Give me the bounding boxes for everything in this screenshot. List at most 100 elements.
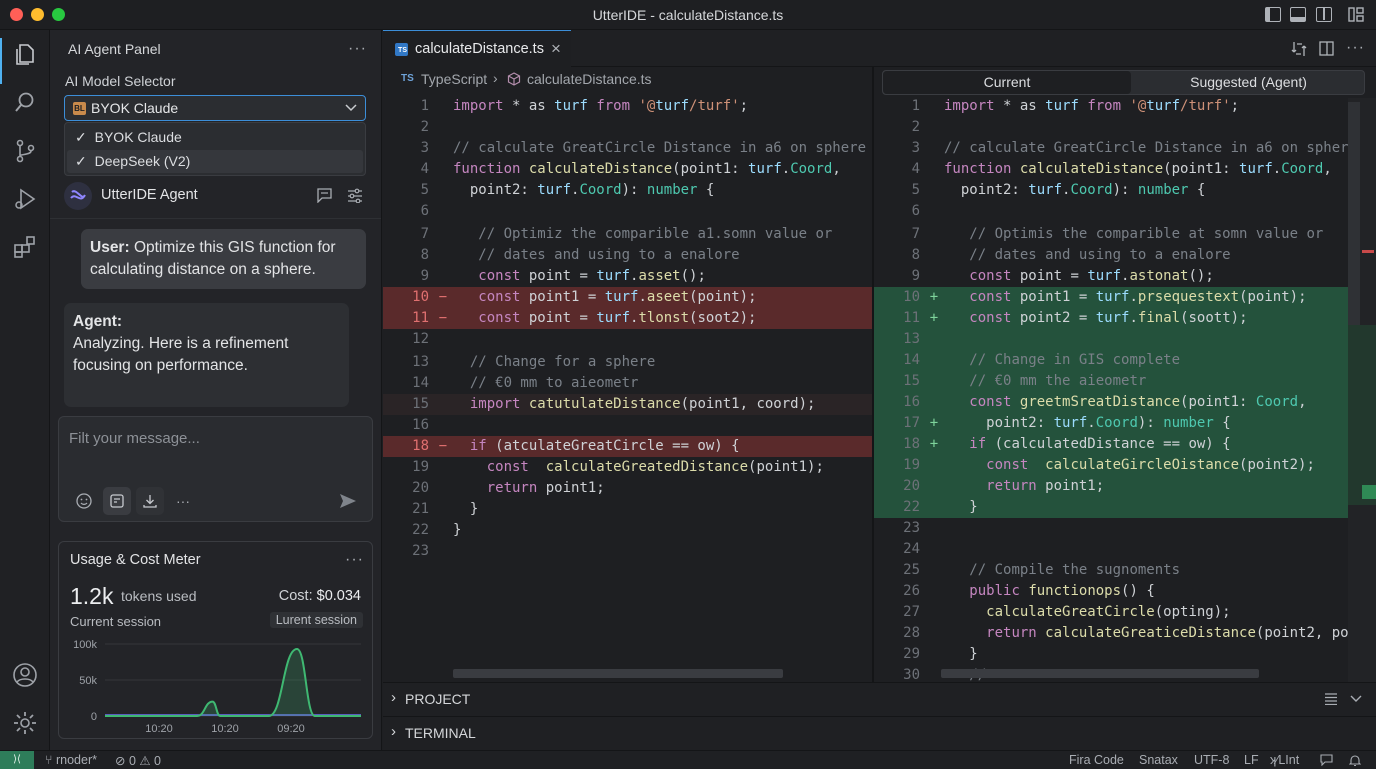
code-line[interactable]: 8 // dates and using to a enalore xyxy=(383,245,872,266)
send-icon[interactable] xyxy=(334,487,362,515)
status-font[interactable]: Fira Code xyxy=(1069,753,1124,767)
code-line[interactable]: 2 xyxy=(874,117,1348,138)
code-line[interactable]: 26 public functionops() { xyxy=(874,581,1348,602)
notifications-bell-icon[interactable] xyxy=(1349,754,1361,767)
list-icon[interactable] xyxy=(1324,693,1338,705)
code-line[interactable]: 11− const point = turf.tlonst(soot2); xyxy=(383,308,872,329)
code-line[interactable]: 15 import catutulateDistance(point1, coo… xyxy=(383,394,872,415)
code-line[interactable]: 5 point2: turf.Coord): number { xyxy=(383,180,872,201)
code-line[interactable]: 10− const point1 = turf.aseet(point); xyxy=(383,287,872,308)
settings-gear-icon[interactable] xyxy=(12,710,38,736)
code-line[interactable]: 16 xyxy=(383,415,872,436)
code-line[interactable]: 9 const point = turf.asset(); xyxy=(383,266,872,287)
code-line[interactable]: 19 const calculateGreatedDistance(point1… xyxy=(383,457,872,478)
files-icon[interactable] xyxy=(12,41,38,67)
code-line[interactable]: 3 // calculate GreatCircle Distance in a6… xyxy=(383,138,872,159)
editor-more-button[interactable]: ··· xyxy=(1346,39,1365,57)
code-line[interactable]: 11 + const point2 = turf.final(soott); xyxy=(874,308,1348,329)
model-option[interactable]: ✓ BYOK Claude xyxy=(67,126,363,149)
code-line[interactable]: 5 point2: turf.Coord): number { xyxy=(874,180,1348,201)
code-line[interactable]: 21 } xyxy=(383,499,872,520)
code-line[interactable]: 6 xyxy=(383,201,872,222)
source-control-icon[interactable] xyxy=(12,138,38,164)
current-code-pane[interactable]: 1 import * as turf from '@turf/turf'; 2 3//… xyxy=(383,96,872,682)
code-line[interactable]: 28 return calculateGreaticeDistance(poin… xyxy=(874,623,1348,644)
git-branch[interactable]: ⑂ rnoder* xyxy=(45,753,97,767)
code-line[interactable]: 25 // Compile the sugnoments xyxy=(874,560,1348,581)
code-line[interactable]: 4 function calculateDistance(point1: turf… xyxy=(874,159,1348,180)
code-line[interactable]: 10 + const point1 = turf.prsequestext(poi… xyxy=(874,287,1348,308)
code-line[interactable]: 17 + point2: turf.Coord): number { xyxy=(874,413,1348,434)
chat-icon[interactable] xyxy=(317,188,332,203)
usage-more-button[interactable]: ··· xyxy=(345,551,364,569)
code-line[interactable]: 22 } xyxy=(874,497,1348,518)
run-debug-icon[interactable] xyxy=(12,186,38,212)
feedback-icon[interactable] xyxy=(1320,754,1333,766)
section-project[interactable]: › PROJECT xyxy=(383,683,1376,717)
remote-indicator[interactable]: ⟩⟨ xyxy=(0,751,34,769)
code-line[interactable]: 3 // calculate GreatCircle Distance in a6… xyxy=(874,138,1348,159)
code-line[interactable]: 1 import * as turf from '@turf/turf'; xyxy=(874,96,1348,117)
panel-more-button[interactable]: ··· xyxy=(348,40,367,58)
problems-count[interactable]: ⊘ 0 ⚠ 0 xyxy=(115,753,161,768)
code-line[interactable]: 16 const greetmSreatDistance(point1: Coo… xyxy=(874,392,1348,413)
customize-layout-icon[interactable] xyxy=(1348,7,1364,22)
breadcrumb-file[interactable]: calculateDistance.ts xyxy=(527,71,652,87)
model-option[interactable]: ✓ DeepSeek (V2) xyxy=(67,150,363,173)
code-line[interactable]: 7 // Optimiz the comparible a1.somn valu… xyxy=(383,224,872,245)
code-line[interactable]: 1 import * as turf from '@turf/turf'; xyxy=(383,96,872,117)
extensions-icon[interactable] xyxy=(12,234,38,260)
code-line[interactable]: 18− if (atculateGreatCircle == ow) { xyxy=(383,436,872,457)
close-tab-icon[interactable]: × xyxy=(551,39,561,59)
code-line[interactable]: 8 // dates and using to a enalore xyxy=(874,245,1348,266)
code-line[interactable]: 18 + if (calculatedDistance == ow) { xyxy=(874,434,1348,455)
code-line[interactable]: 23 xyxy=(874,518,1348,539)
horizontal-scrollbar[interactable] xyxy=(941,669,1259,678)
code-line[interactable]: 2 xyxy=(383,117,872,138)
chevron-down-icon[interactable] xyxy=(1350,695,1362,703)
toggle-sidebar-icon[interactable] xyxy=(1265,7,1281,22)
code-line[interactable]: 4 function calculateDistance(point1: turf… xyxy=(383,159,872,180)
code-line[interactable]: 20 return point1; xyxy=(874,476,1348,497)
code-line[interactable]: 29 } xyxy=(874,644,1348,665)
code-line[interactable]: 7 // Optimis the comparible at somn valu… xyxy=(874,224,1348,245)
tab-calculate-distance[interactable]: TS calculateDistance.ts × xyxy=(383,30,571,67)
emoji-icon[interactable] xyxy=(70,487,98,515)
segment-current[interactable]: Current xyxy=(883,71,1131,94)
section-terminal[interactable]: › TERMINAL xyxy=(383,717,1376,751)
search-icon[interactable] xyxy=(12,89,38,115)
model-select[interactable]: BL BYOK Claude xyxy=(64,95,366,121)
split-layout-icon[interactable] xyxy=(1316,7,1332,22)
session-badge[interactable]: Lurent session xyxy=(269,612,363,628)
status-eol[interactable]: LF xyxy=(1244,753,1259,767)
code-line[interactable]: 14 // Change in GIS complete xyxy=(874,350,1348,371)
sliders-icon[interactable] xyxy=(347,188,363,203)
compare-changes-icon[interactable] xyxy=(1291,41,1307,57)
split-editor-icon[interactable] xyxy=(1319,41,1334,56)
code-line[interactable]: 15 // €0 mm the aieometr xyxy=(874,371,1348,392)
code-line[interactable]: 13 xyxy=(874,329,1348,350)
code-line[interactable]: 23 xyxy=(383,541,872,562)
code-line[interactable]: 14 // €0 mm to aieometr xyxy=(383,373,872,394)
code-line[interactable]: 6 xyxy=(874,201,1348,222)
code-line[interactable]: 24 xyxy=(874,539,1348,560)
toggle-panel-icon[interactable] xyxy=(1290,7,1306,22)
code-line[interactable]: 19 const calculateGircleOistance(point2)… xyxy=(874,455,1348,476)
code-line[interactable]: 22} xyxy=(383,520,872,541)
attach-snippet-icon[interactable] xyxy=(103,487,131,515)
download-icon[interactable] xyxy=(136,487,164,515)
account-icon[interactable] xyxy=(12,662,38,688)
suggested-code-pane[interactable]: 1 import * as turf from '@turf/turf'; 2 3//… xyxy=(874,96,1348,682)
message-input[interactable] xyxy=(69,427,349,449)
composer-more-button[interactable]: ··· xyxy=(169,487,197,515)
code-line[interactable]: 13 // Change for a sphere xyxy=(383,352,872,373)
code-line[interactable]: 27 calculateGreatCircle(opting); xyxy=(874,602,1348,623)
code-line[interactable]: 20 return point1; xyxy=(383,478,872,499)
horizontal-scrollbar[interactable] xyxy=(453,669,783,678)
code-line[interactable]: 12 xyxy=(383,329,872,350)
status-syntax[interactable]: Snatax xyxy=(1139,753,1178,767)
breadcrumb-lang[interactable]: TypeScript xyxy=(421,71,487,87)
segment-suggested[interactable]: Suggested (Agent) xyxy=(1133,71,1364,94)
status-encoding[interactable]: UTF-8 xyxy=(1194,753,1229,767)
status-language[interactable]: ʞ⁄LInt xyxy=(1270,753,1299,767)
